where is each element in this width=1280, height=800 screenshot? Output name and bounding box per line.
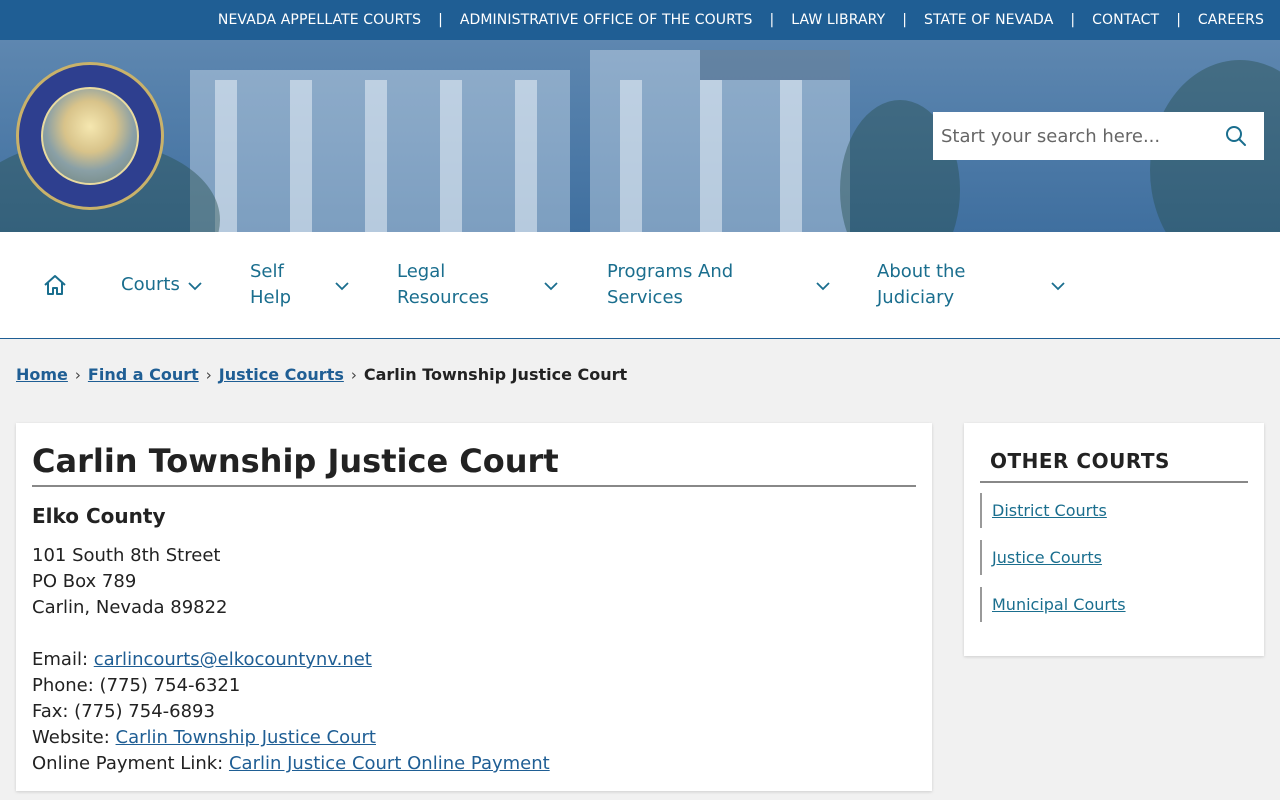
chevron-down-icon[interactable] [187,278,203,294]
nav-label: Resources [397,287,489,308]
building-column [620,80,642,232]
nav-label: Services [607,287,683,308]
link-state-of-nevada[interactable]: STATE OF NEVADA [924,12,1053,28]
separator: | [902,12,907,28]
link-law-library[interactable]: LAW LIBRARY [791,12,885,28]
chevron-right-icon: › [205,365,212,384]
breadcrumb: Home › Find a Court › Justice Courts › C… [16,365,627,384]
nav-programs-services[interactable]: Programs And Services [607,259,733,311]
county-heading: Elko County [32,504,166,528]
sidebar-link[interactable]: Justice Courts [992,548,1102,567]
chevron-right-icon: › [74,365,81,384]
email-row: Email: carlincourts@elkocountynv.net [32,647,916,673]
nav-label: Programs And [607,261,734,282]
nav-label: Self [250,261,284,282]
separator: | [438,12,443,28]
sidebar-list: District Courts Justice Courts Municipal… [980,493,1248,622]
website-link[interactable]: Carlin Township Justice Court [116,727,376,748]
nav-label: About the [877,261,966,282]
link-admin-office[interactable]: ADMINISTRATIVE OFFICE OF THE COURTS [460,12,753,28]
email-label: Email: [32,649,94,670]
building-column [700,80,722,232]
court-info-card: Carlin Township Justice Court Elko Count… [16,423,932,791]
address-line: PO Box 789 [32,571,137,592]
search-input[interactable] [941,125,1211,147]
breadcrumb-find-a-court[interactable]: Find a Court [88,365,199,384]
separator: | [1176,12,1181,28]
nav-label: Legal [397,261,446,282]
link-contact[interactable]: CONTACT [1092,12,1159,28]
sidebar-link[interactable]: Municipal Courts [992,595,1126,614]
building-pediment [700,50,850,80]
sidebar-link[interactable]: District Courts [992,501,1107,520]
nav-about-judiciary[interactable]: About the Judiciary [877,259,965,311]
chevron-down-icon[interactable] [815,278,831,294]
payment-label: Online Payment Link: [32,753,229,774]
email-link[interactable]: carlincourts@elkocountynv.net [94,649,372,670]
nav-courts[interactable]: Courts [121,272,180,298]
building-column [515,80,537,232]
main-navigation: Courts Self Help Legal Resources Program… [0,232,1280,339]
address-line: Carlin, Nevada 89822 [32,597,228,618]
nav-label: Help [250,287,292,308]
breadcrumb-home[interactable]: Home [16,365,68,384]
other-courts-sidebar: OTHER COURTS District Courts Justice Cou… [964,423,1264,656]
breadcrumb-current: Carlin Township Justice Court [363,365,628,384]
utility-bar: NEVADA APPELLATE COURTS | ADMINISTRATIVE… [0,0,1280,40]
sidebar-title: OTHER COURTS [980,439,1248,483]
chevron-right-icon: › [350,365,357,384]
breadcrumb-justice-courts[interactable]: Justice Courts [219,365,344,384]
address-line: 101 South 8th Street [32,545,221,566]
nav-label: Courts [121,274,180,295]
search-icon[interactable] [1224,124,1248,148]
building-column [780,80,802,232]
website-label: Website: [32,727,116,748]
page-title: Carlin Township Justice Court [32,439,916,487]
website-row: Website: Carlin Township Justice Court [32,725,916,751]
nevada-seal-logo[interactable] [16,62,164,210]
separator: | [769,12,775,28]
payment-link[interactable]: Carlin Justice Court Online Payment [229,753,550,774]
chevron-down-icon[interactable] [543,278,559,294]
building-column [440,80,462,232]
building-column [365,80,387,232]
separator: | [1070,12,1076,28]
nav-label: Judiciary [877,287,955,308]
sidebar-item-district-courts: District Courts [980,493,1248,528]
fax-row: Fax: (775) 754-6893 [32,701,215,722]
link-careers[interactable]: CAREERS [1198,12,1264,28]
hero-banner [0,40,1280,232]
payment-row: Online Payment Link: Carlin Justice Cour… [32,751,916,777]
link-appellate-courts[interactable]: NEVADA APPELLATE COURTS [218,12,421,28]
search-box [933,112,1264,160]
court-details: 101 South 8th Street PO Box 789 Carlin, … [32,543,916,777]
nav-self-help[interactable]: Self Help [250,259,291,311]
building-column [290,80,312,232]
chevron-down-icon[interactable] [334,278,350,294]
home-icon[interactable] [43,274,67,296]
chevron-down-icon[interactable] [1050,278,1066,294]
seal-center [41,87,139,185]
sidebar-item-municipal-courts: Municipal Courts [980,587,1248,622]
phone-row: Phone: (775) 754-6321 [32,675,241,696]
nav-legal-resources[interactable]: Legal Resources [397,259,489,311]
sidebar-item-justice-courts: Justice Courts [980,540,1248,575]
